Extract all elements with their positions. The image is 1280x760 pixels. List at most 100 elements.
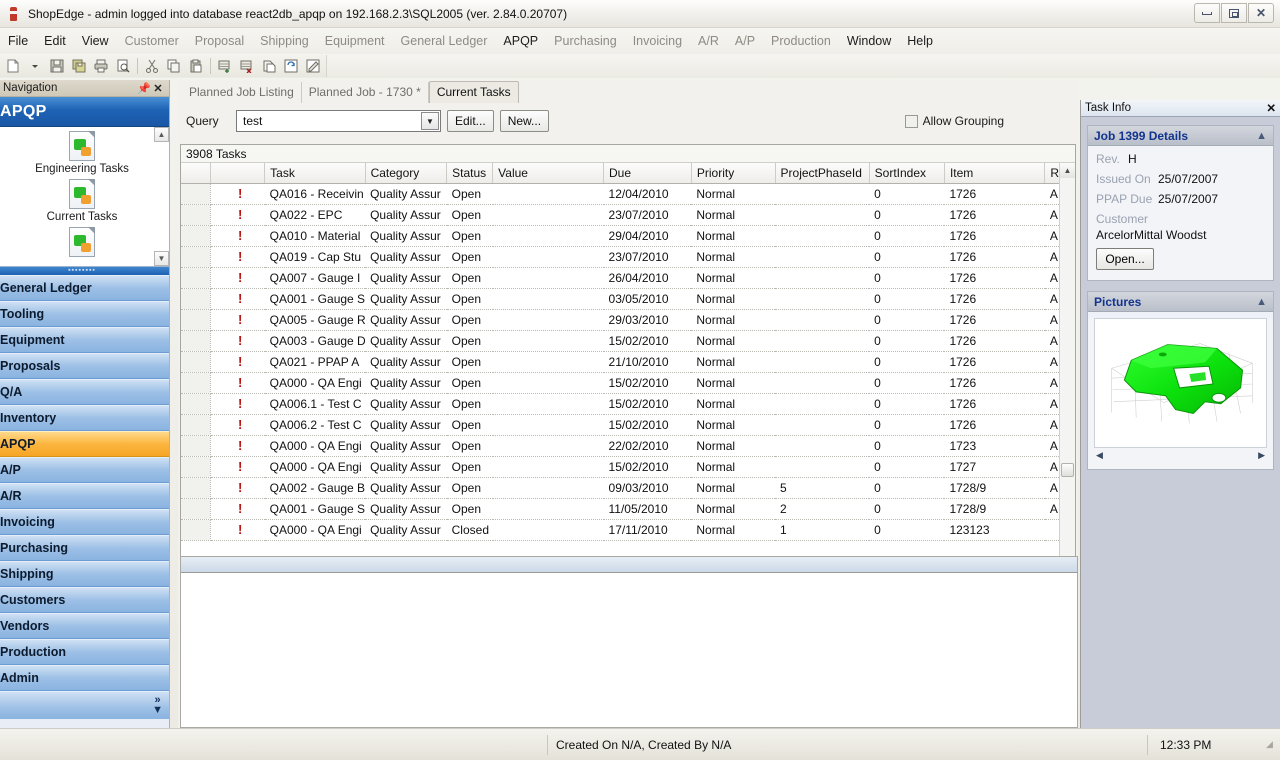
column-header-category[interactable]: Category [365, 163, 448, 184]
tab-planned-job-listing[interactable]: Planned Job Listing [182, 82, 302, 103]
table-row[interactable]: ! QA001 - Gauge S Quality Assur Open 11/05/2… [181, 498, 1059, 520]
row-selector-cell[interactable] [181, 246, 211, 268]
triangle-left-icon[interactable]: ◀ [1096, 450, 1103, 461]
sidebar-item-purchasing[interactable]: Purchasing [0, 535, 169, 561]
close-icon[interactable]: ✕ [1248, 3, 1274, 23]
column-header-blank-0[interactable] [181, 163, 211, 184]
add-record-icon[interactable] [215, 56, 235, 76]
paste-icon[interactable] [186, 56, 206, 76]
row-selector-cell[interactable] [181, 204, 211, 226]
nav-shortcut-engineering-tasks[interactable]: Engineering Tasks [0, 131, 169, 175]
copy-icon[interactable] [164, 56, 184, 76]
delete-record-icon[interactable] [237, 56, 257, 76]
row-selector-cell[interactable] [181, 309, 211, 331]
part-preview-image[interactable] [1094, 318, 1267, 448]
row-selector-cell[interactable] [181, 351, 211, 373]
menu-item-equipment[interactable]: Equipment [317, 31, 393, 51]
sidebar-item-q-a[interactable]: Q/A [0, 379, 169, 405]
tab-planned-job-1730-[interactable]: Planned Job - 1730 * [302, 82, 429, 103]
menu-item-a-p[interactable]: A/P [727, 31, 763, 51]
row-selector-cell[interactable] [181, 183, 211, 205]
row-selector-cell[interactable] [181, 477, 211, 499]
table-row[interactable]: ! QA003 - Gauge D Quality Assur Open 15/02/2… [181, 330, 1059, 352]
column-header-due[interactable]: Due [603, 163, 692, 184]
resize-grip-icon[interactable]: ◢ [1266, 735, 1280, 755]
menu-item-a-r[interactable]: A/R [690, 31, 727, 51]
row-selector-cell[interactable] [181, 498, 211, 520]
navigation-footer[interactable]: » ▼ [0, 691, 169, 719]
copy-record-icon[interactable] [259, 56, 279, 76]
nav-shortcut-current-tasks[interactable]: Current Tasks [0, 179, 169, 223]
row-selector-cell[interactable] [181, 435, 211, 457]
table-row[interactable]: ! QA016 - Receivin Quality Assur Open 12/04/… [181, 183, 1059, 205]
table-row[interactable]: ! QA019 - Cap Stu Quality Assur Open 23/07/2… [181, 246, 1059, 268]
refresh-icon[interactable] [281, 56, 301, 76]
table-row[interactable]: ! QA022 - EPC Quality Assur Open 23/07/2010 N… [181, 204, 1059, 226]
table-row[interactable]: ! QA001 - Gauge S Quality Assur Open 03/05/2… [181, 288, 1059, 310]
sidebar-item-tooling[interactable]: Tooling [0, 301, 169, 327]
table-row[interactable]: ! QA010 - Material Quality Assur Open 29/04/… [181, 225, 1059, 247]
column-header-value[interactable]: Value [492, 163, 605, 184]
sidebar-item-admin[interactable]: Admin [0, 665, 169, 691]
sidebar-item-a-p[interactable]: A/P [0, 457, 169, 483]
sidebar-item-vendors[interactable]: Vendors [0, 613, 169, 639]
table-row[interactable]: ! QA000 - QA Engi Quality Assur Closed 17/11… [181, 519, 1059, 541]
chevron-down-icon[interactable]: ▼ [154, 251, 169, 266]
column-header-projectphaseid[interactable]: ProjectPhaseId [775, 163, 870, 184]
triangle-up-icon[interactable]: ▲ [1060, 163, 1075, 178]
sidebar-item-production[interactable]: Production [0, 639, 169, 665]
new-dropdown-icon[interactable] [25, 56, 45, 76]
column-header-status[interactable]: Status [446, 163, 494, 184]
sidebar-item-general-ledger[interactable]: General Ledger [0, 275, 169, 301]
table-row[interactable]: ! QA006.2 - Test C Quality Assur Open 15/02/… [181, 414, 1059, 436]
row-selector-cell[interactable] [181, 456, 211, 478]
edit-query-button[interactable]: Edit... [447, 110, 494, 132]
chevron-down-icon[interactable]: ▼ [421, 112, 439, 130]
menu-item-view[interactable]: View [74, 31, 117, 51]
new-document-icon[interactable] [3, 56, 23, 76]
sidebar-item-apqp[interactable]: APQP [0, 431, 169, 457]
close-icon[interactable]: ✕ [1266, 101, 1276, 115]
table-row[interactable]: ! QA021 - PPAP A Quality Assur Open 21/10/20… [181, 351, 1059, 373]
chevrons-up-icon[interactable]: ▲ [1256, 296, 1267, 308]
menu-item-proposal[interactable]: Proposal [187, 31, 252, 51]
allow-grouping-checkbox[interactable] [904, 114, 918, 128]
sidebar-item-a-r[interactable]: A/R [0, 483, 169, 509]
sidebar-item-invoicing[interactable]: Invoicing [0, 509, 169, 535]
tab-current-tasks[interactable]: Current Tasks [428, 81, 519, 103]
save-icon[interactable] [47, 56, 67, 76]
chevron-up-icon[interactable]: ▲ [154, 127, 169, 142]
edit-note-icon[interactable] [303, 56, 323, 76]
chevrons-up-icon[interactable]: ▲ [1256, 130, 1267, 142]
vertical-scroll-thumb[interactable] [1061, 463, 1074, 477]
sidebar-item-proposals[interactable]: Proposals [0, 353, 169, 379]
table-row[interactable]: ! QA000 - QA Engi Quality Assur Open 15/02/2… [181, 456, 1059, 478]
close-icon[interactable]: ✕ [151, 82, 165, 95]
menu-item-customer[interactable]: Customer [117, 31, 187, 51]
pin-icon[interactable]: 📌 [137, 82, 151, 95]
column-header-item[interactable]: Item [944, 163, 1046, 184]
row-selector-cell[interactable] [181, 519, 211, 541]
allow-grouping-checkbox-wrap[interactable]: Allow Grouping [904, 114, 1004, 128]
column-header-sortindex[interactable]: SortIndex [869, 163, 945, 184]
job-details-card-header[interactable]: Job 1399 Details ▲ [1088, 126, 1273, 146]
chevrons-right-icon[interactable]: » ▼ [152, 695, 163, 716]
minimize-icon[interactable] [1194, 3, 1220, 23]
menu-item-apqp[interactable]: APQP [495, 31, 546, 51]
sidebar-item-customers[interactable]: Customers [0, 587, 169, 613]
row-selector-cell[interactable] [181, 372, 211, 394]
table-row[interactable]: ! QA007 - Gauge I Quality Assur Open 26/04/2… [181, 267, 1059, 289]
print-icon[interactable] [91, 56, 111, 76]
menu-item-shipping[interactable]: Shipping [252, 31, 317, 51]
menu-item-general-ledger[interactable]: General Ledger [393, 31, 496, 51]
row-selector-cell[interactable] [181, 393, 211, 415]
menu-item-purchasing[interactable]: Purchasing [546, 31, 625, 51]
new-query-button[interactable]: New... [499, 110, 550, 132]
row-selector-cell[interactable] [181, 225, 211, 247]
menu-item-file[interactable]: File [0, 31, 36, 51]
table-row[interactable]: ! QA000 - QA Engi Quality Assur Open 15/02/2… [181, 372, 1059, 394]
column-header-task[interactable]: Task [264, 163, 366, 184]
query-select[interactable]: test ▼ [236, 110, 441, 132]
menu-item-invoicing[interactable]: Invoicing [625, 31, 690, 51]
menu-item-help[interactable]: Help [899, 31, 941, 51]
